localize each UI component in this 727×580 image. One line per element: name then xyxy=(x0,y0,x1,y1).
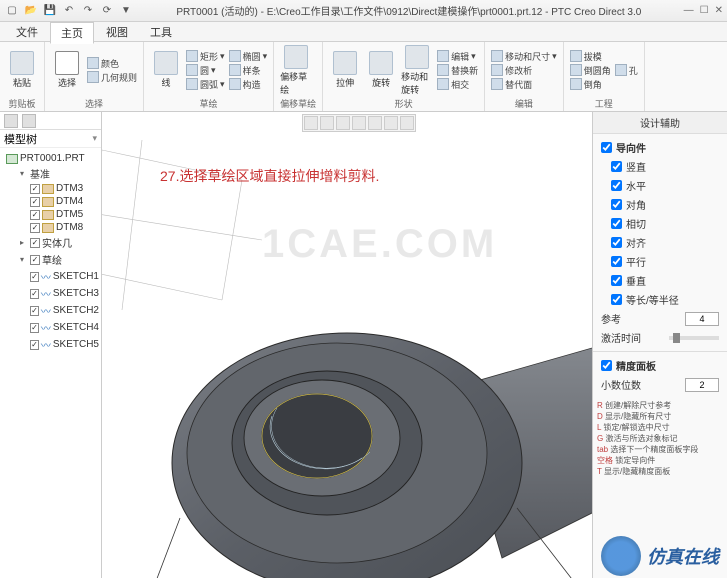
constraint-check[interactable] xyxy=(611,275,622,286)
constraint-check[interactable] xyxy=(611,294,622,305)
draft-button[interactable]: 拔模 xyxy=(570,50,611,63)
tree-sketch-group[interactable]: ▾✓草绘 xyxy=(2,251,99,268)
tree-sketch-item[interactable]: ✓〰SKETCH5 xyxy=(2,336,99,353)
rect-button[interactable]: 矩形 ▾ xyxy=(186,50,225,63)
edit-button[interactable]: 编辑 ▾ xyxy=(437,50,478,63)
fit-icon[interactable] xyxy=(304,116,318,130)
pan-icon[interactable] xyxy=(336,116,350,130)
layer-tab-icon[interactable] xyxy=(22,114,36,128)
undo-icon[interactable]: ↶ xyxy=(61,3,77,19)
tree-datum-item[interactable]: ✓DTM4 xyxy=(2,195,99,208)
new-icon[interactable]: ▢ xyxy=(4,3,20,19)
design-panel-title: 设计辅助 xyxy=(593,112,727,134)
arc-button[interactable]: 圆弧 ▾ xyxy=(186,78,225,91)
constraint-check[interactable] xyxy=(611,256,622,267)
tree-body-group[interactable]: ▸✓实体几 xyxy=(2,234,99,251)
fillet-button[interactable]: 倒圆角 xyxy=(570,64,611,77)
geom-rules-button[interactable]: 几何规则 xyxy=(87,71,137,84)
maximize-icon[interactable]: ☐ xyxy=(700,5,709,16)
redo-icon[interactable]: ↷ xyxy=(80,3,96,19)
revolve-button[interactable]: 旋转 xyxy=(365,51,397,89)
tree-sketch-item[interactable]: ✓〰SKETCH4 xyxy=(2,319,99,336)
zoom-icon[interactable] xyxy=(320,116,334,130)
edit-plane-button[interactable]: 替代面 xyxy=(491,78,557,91)
constraint-check[interactable] xyxy=(611,199,622,210)
offset-sketch-button[interactable]: 偏移草绘 xyxy=(280,45,312,96)
display-style-icon[interactable] xyxy=(400,116,414,130)
close-icon[interactable]: ✕ xyxy=(715,5,723,16)
precision-toggle[interactable] xyxy=(601,360,612,371)
tree-datum-group[interactable]: ▾基准 xyxy=(2,165,99,182)
tree-tab-icon[interactable] xyxy=(4,114,18,128)
model-tree-panel: 模型树 ▾ PRT0001.PRT ▾基准 ✓DTM3✓DTM4✓DTM5✓DT… xyxy=(0,112,102,578)
constraint-check[interactable] xyxy=(611,180,622,191)
move-rotate-button[interactable]: 移动和旋转 xyxy=(401,45,433,96)
move-size-button[interactable]: 移动和尺寸 ▾ xyxy=(491,50,557,63)
tree-datum-item[interactable]: ✓DTM5 xyxy=(2,208,99,221)
footer-brand: 仿真在线 xyxy=(601,536,719,576)
saved-view-icon[interactable] xyxy=(384,116,398,130)
part-3d-model xyxy=(122,238,592,578)
construct-button[interactable]: 构造 xyxy=(229,78,268,91)
minimize-icon[interactable]: — xyxy=(684,5,694,16)
menu-view[interactable]: 视图 xyxy=(96,22,138,42)
rotate-icon[interactable] xyxy=(352,116,366,130)
graphics-canvas[interactable]: 27.选择草绘区域直接拉伸增料剪料. 1CAE.COM xyxy=(102,112,592,578)
window-title: PRT0001 (活动的) - E:\Creo工作目录\工作文件\0912\Di… xyxy=(134,3,684,18)
hole-button[interactable]: 孔 xyxy=(615,64,638,77)
appearance-button[interactable]: 颜色 xyxy=(87,57,137,70)
chamfer-button[interactable]: 倒角 xyxy=(570,78,611,91)
instruction-text: 27.选择草绘区域直接拉伸增料剪料. xyxy=(160,166,379,186)
tree-sketch-item[interactable]: ✓〰SKETCH3 xyxy=(2,285,99,302)
constraints-toggle[interactable] xyxy=(601,142,612,153)
select-button[interactable]: 选择 xyxy=(51,51,83,89)
design-assist-panel: 设计辅助 导向件 竖直水平对角相切对齐平行垂直等长/等半径 参考 激活时间 精度… xyxy=(592,112,727,578)
ribbon: 粘贴 剪贴板 选择 颜色 几何规则 选择 线 矩形 ▾ 圆 ▾ 圆弧 ▾ 椭圆 … xyxy=(0,42,727,112)
tree-settings-icon[interactable]: ▾ xyxy=(92,133,97,144)
view-mini-toolbar xyxy=(302,114,416,132)
intersect-button[interactable]: 相交 xyxy=(437,78,478,91)
tree-datum-item[interactable]: ✓DTM3 xyxy=(2,182,99,195)
close-windows-icon[interactable]: ▼ xyxy=(118,3,134,19)
line-button[interactable]: 线 xyxy=(150,51,182,89)
tree-title: 模型树 xyxy=(4,131,37,147)
tree-datum-item[interactable]: ✓DTM8 xyxy=(2,221,99,234)
brand-logo-icon xyxy=(601,536,641,576)
view-mode-icon[interactable] xyxy=(368,116,382,130)
regenerate-icon[interactable]: ⟳ xyxy=(99,3,115,19)
extrude-button[interactable]: 拉伸 xyxy=(329,51,361,89)
param-input[interactable] xyxy=(685,312,719,326)
save-icon[interactable]: 💾 xyxy=(42,3,58,19)
menu-home[interactable]: 主页 xyxy=(50,22,94,44)
tree-sketch-item[interactable]: ✓〰SKETCH1 xyxy=(2,268,99,285)
shortcut-hints: R 创建/解除尺寸参考D 显示/隐藏所有尺寸L 锁定/解锁选中尺寸G 激活与所选… xyxy=(593,398,727,479)
tree-sketch-item[interactable]: ✓〰SKETCH2 xyxy=(2,302,99,319)
decimal-input[interactable] xyxy=(685,378,719,392)
ellipse-button[interactable]: 椭圆 ▾ xyxy=(229,50,268,63)
replace-button[interactable]: 替换新 xyxy=(437,64,478,77)
tree-root[interactable]: PRT0001.PRT xyxy=(2,152,99,165)
constraint-check[interactable] xyxy=(611,237,622,248)
circle-button[interactable]: 圆 ▾ xyxy=(186,64,225,77)
modify-button[interactable]: 修改析 xyxy=(491,64,557,77)
constraint-check[interactable] xyxy=(611,218,622,229)
menu-tools[interactable]: 工具 xyxy=(140,22,182,42)
delay-slider[interactable] xyxy=(669,336,719,340)
paste-button[interactable]: 粘贴 xyxy=(6,51,38,89)
constraint-check[interactable] xyxy=(611,161,622,172)
spline-button[interactable]: 样条 xyxy=(229,64,268,77)
open-icon[interactable]: 📂 xyxy=(23,3,39,19)
menu-file[interactable]: 文件 xyxy=(6,22,48,42)
